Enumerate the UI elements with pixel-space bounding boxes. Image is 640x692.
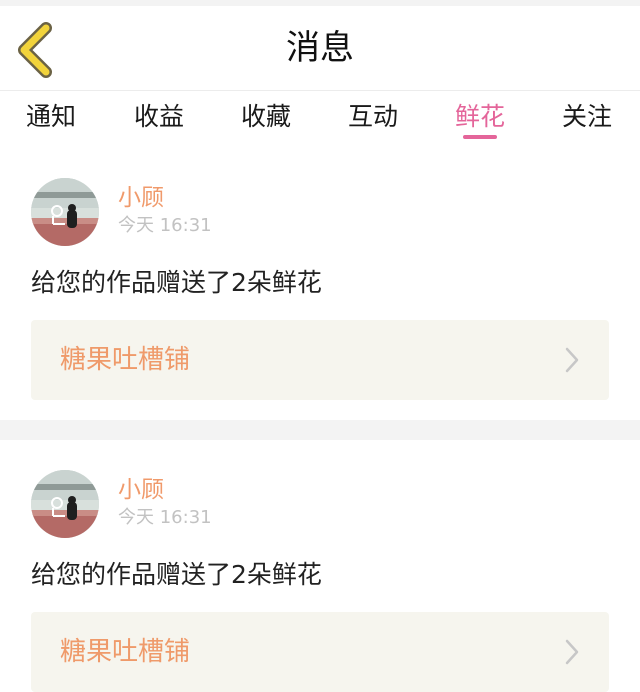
avatar-image [31,178,99,246]
work-title: 糖果吐槽铺 [60,345,191,375]
chevron-right-icon [565,639,579,665]
active-tab-indicator [463,135,497,139]
avatar[interactable] [31,178,99,246]
tab-favorites[interactable]: 收藏 [241,99,291,135]
avatar[interactable] [31,470,99,538]
section-divider [0,420,640,440]
username[interactable]: 小顾 [118,475,164,505]
tab-notifications[interactable]: 通知 [26,99,76,135]
page-title: 消息 [286,28,354,68]
navigation-bar: 消息 [0,6,640,90]
message-text: 给您的作品赠送了2朵鲜花 [31,268,322,297]
avatar-image [31,470,99,538]
tab-earnings[interactable]: 收益 [134,99,184,135]
timestamp: 今天 16:31 [118,507,212,528]
tab-bar: 通知 收益 收藏 互动 鲜花 关注 [0,90,640,149]
work-title: 糖果吐槽铺 [60,637,191,667]
timestamp: 今天 16:31 [118,215,212,236]
username[interactable]: 小顾 [118,183,164,213]
list-item: 小顾 今天 16:31 给您的作品赠送了2朵鲜花 糖果吐槽铺 [0,150,640,420]
tab-interactions[interactable]: 互动 [348,99,398,135]
message-text: 给您的作品赠送了2朵鲜花 [31,560,322,589]
work-link[interactable]: 糖果吐槽铺 [31,612,609,692]
chevron-right-icon [565,347,579,373]
tab-follows[interactable]: 关注 [562,99,612,135]
work-link[interactable]: 糖果吐槽铺 [31,320,609,400]
tab-flowers[interactable]: 鲜花 [455,99,505,135]
list-item: 小顾 今天 16:31 给您的作品赠送了2朵鲜花 糖果吐槽铺 [0,440,640,692]
